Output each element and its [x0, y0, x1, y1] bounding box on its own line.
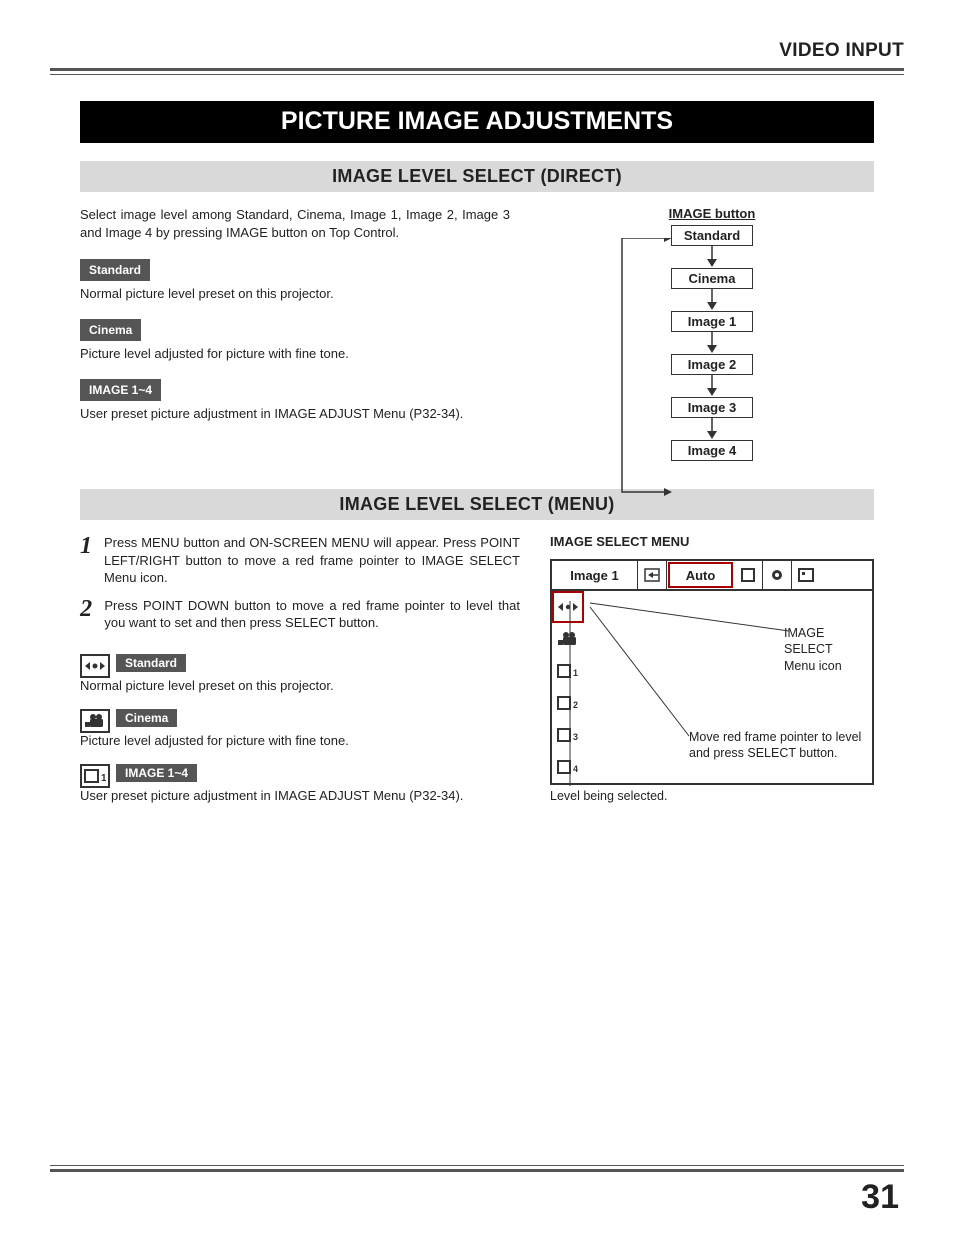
loop-arrow-icon [614, 238, 674, 498]
flow-box: Image 3 [671, 397, 753, 418]
level-desc-cinema-2: Picture level adjusted for picture with … [80, 733, 520, 748]
arrow-down-icon [705, 332, 719, 354]
step-number: 1 [80, 534, 92, 587]
section-heading-menu: IMAGE LEVEL SELECT (MENU) [80, 489, 874, 520]
flow-box: Standard [671, 225, 753, 246]
step-text: Press MENU button and ON-SCREEN MENU wil… [104, 534, 520, 587]
section-header: VIDEO INPUT [50, 40, 904, 62]
top-rules [50, 68, 904, 75]
flow-box: Cinema [671, 268, 753, 289]
flow-box: Image 1 [671, 311, 753, 332]
level-desc-image14-2: User preset picture adjustment in IMAGE … [80, 788, 520, 803]
flow-box: Image 2 [671, 354, 753, 375]
cinema-icon [80, 709, 110, 733]
osd-pointer-callout: Move red frame pointer to level and pres… [689, 729, 861, 762]
svg-text:1: 1 [101, 773, 106, 783]
callout-line-icon [584, 591, 874, 751]
osd-mode: Auto [668, 562, 733, 588]
level-badge-image14: IMAGE 1~4 [80, 379, 161, 401]
osd-image-select-icon [734, 561, 763, 589]
level-badge-cinema-2: Cinema [116, 709, 177, 727]
level-badge-image14-2: IMAGE 1~4 [116, 764, 197, 782]
level-badge-standard: Standard [80, 259, 150, 281]
level-badge-cinema: Cinema [80, 319, 141, 341]
osd-panel: Image 1 Auto [550, 559, 874, 785]
page-title: PICTURE IMAGE ADJUSTMENTS [80, 101, 874, 143]
arrow-down-icon [705, 375, 719, 397]
direct-intro: Select image level among Standard, Cinem… [80, 206, 510, 241]
level-desc-cinema: Picture level adjusted for picture with … [80, 345, 510, 363]
step-text: Press POINT DOWN button to move a red fr… [104, 597, 520, 632]
bottom-rules [50, 1165, 904, 1175]
osd-current-level: Image 1 [552, 561, 638, 589]
section-heading-direct: IMAGE LEVEL SELECT (DIRECT) [80, 161, 874, 192]
level-desc-standard-2: Normal picture level preset on this proj… [80, 678, 520, 693]
level-badge-standard-2: Standard [116, 654, 186, 672]
level-desc-standard: Normal picture level preset on this proj… [80, 285, 510, 303]
step-number: 2 [80, 597, 92, 632]
image1-icon: 1 [80, 764, 110, 788]
page-number: 31 [861, 1178, 899, 1217]
image-button-label: IMAGE button [612, 206, 812, 221]
arrow-down-icon [705, 246, 719, 268]
osd-heading: IMAGE SELECT MENU [550, 534, 874, 549]
osd-input-icon [638, 561, 667, 589]
arrow-down-icon [705, 289, 719, 311]
standard-icon [80, 654, 110, 678]
arrow-down-icon [705, 418, 719, 440]
osd-screen-icon [792, 561, 820, 589]
osd-adjust-icon [763, 561, 792, 589]
flow-box: Image 4 [671, 440, 753, 461]
osd-selected-caption: Level being selected. [550, 789, 874, 803]
level-desc-image14: User preset picture adjustment in IMAGE … [80, 405, 510, 423]
selected-pointer-icon [560, 601, 580, 793]
